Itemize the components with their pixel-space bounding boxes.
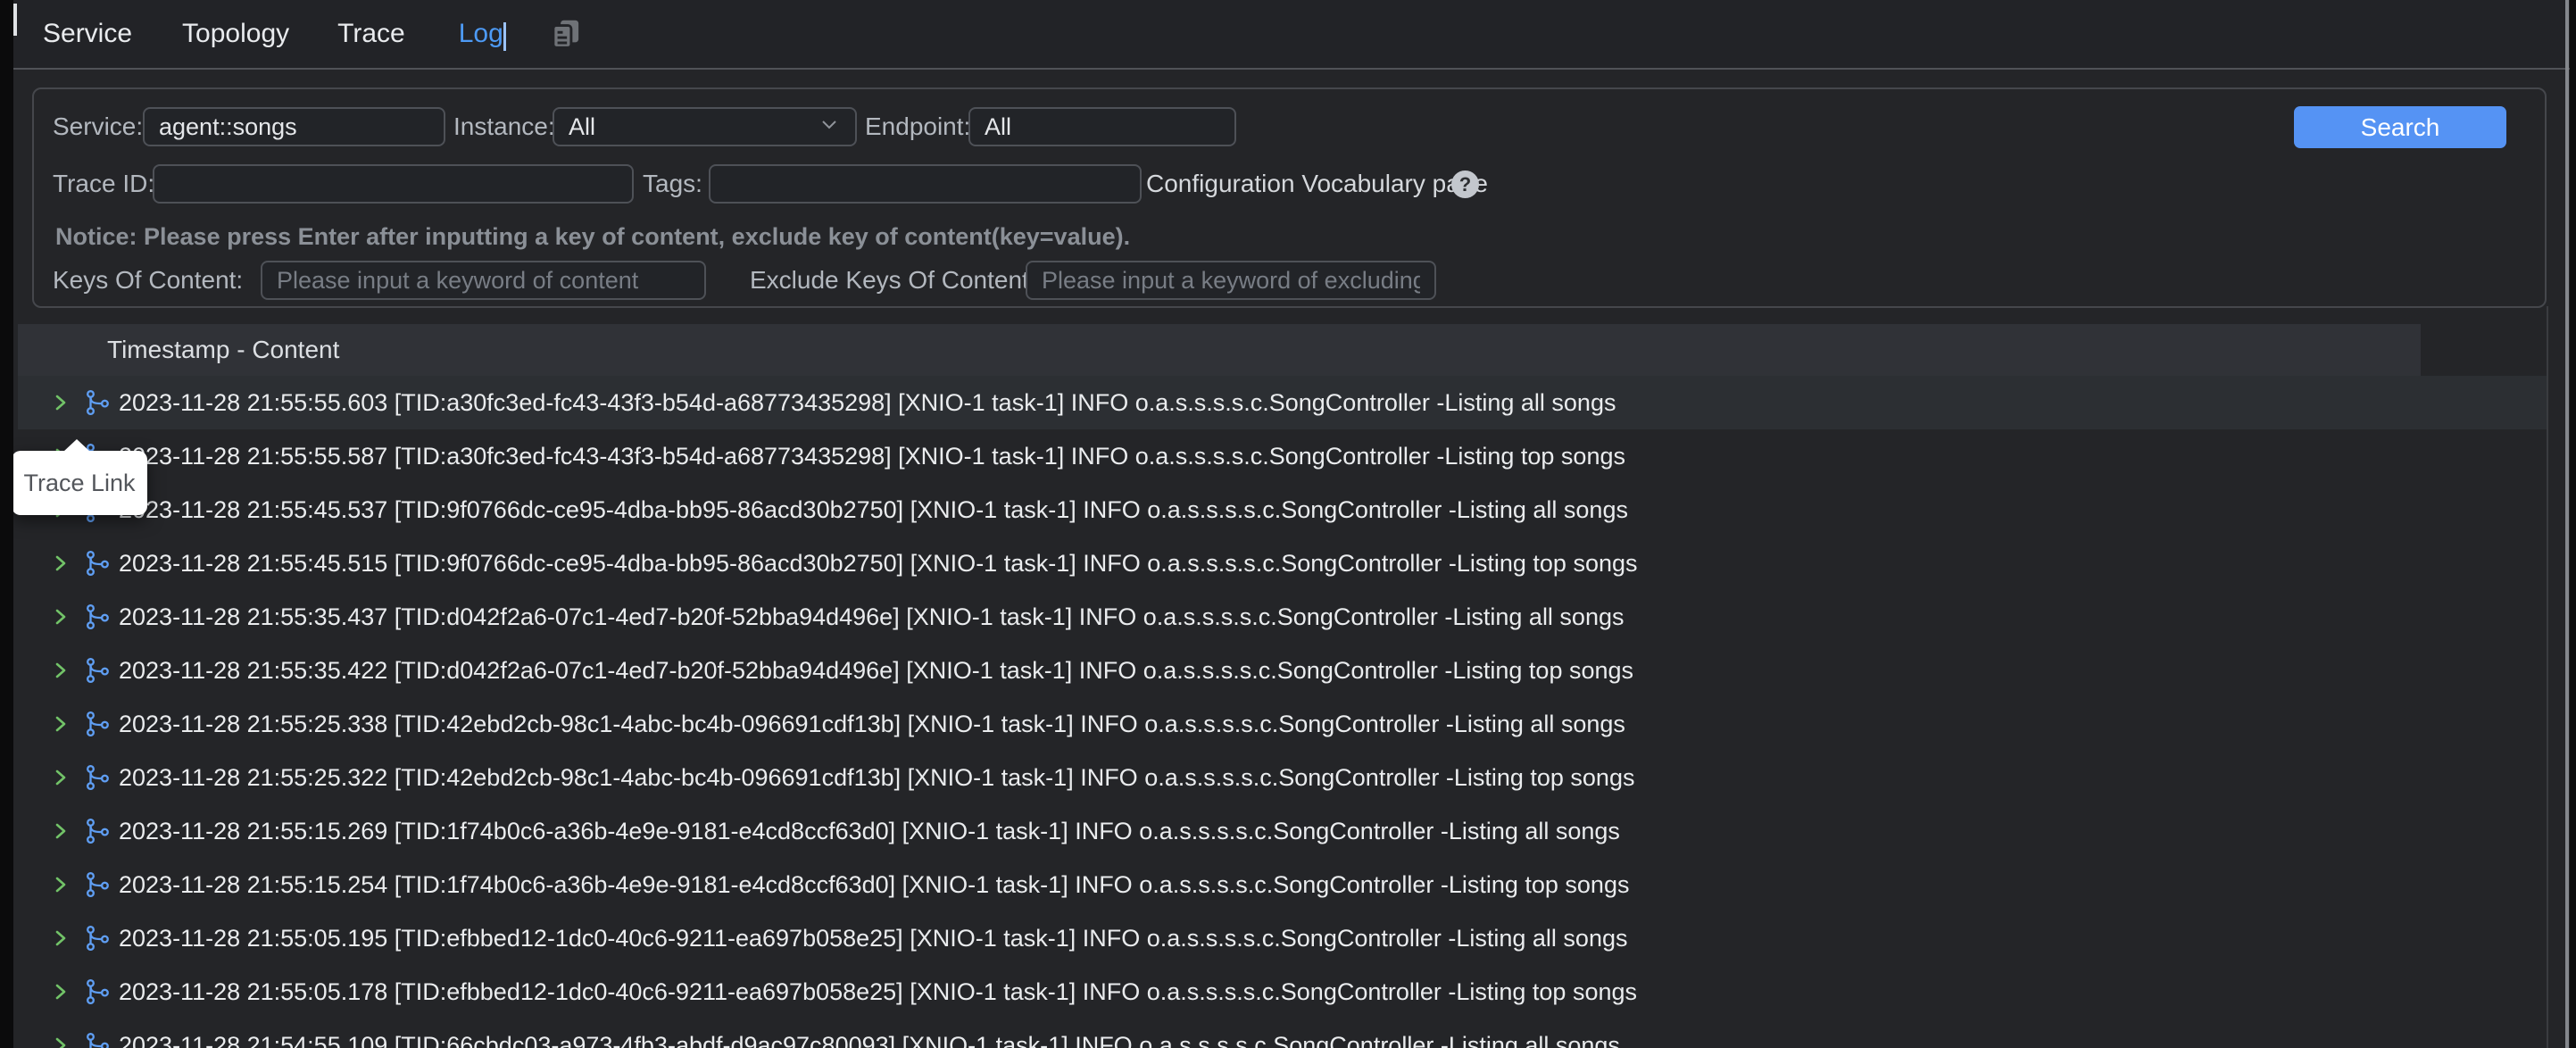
log-row-text: 2023-11-28 21:55:45.515 [TID:9f0766dc-ce… xyxy=(119,536,1638,590)
trace-link-icon[interactable] xyxy=(83,709,113,744)
nav-tab-topology[interactable]: Topology xyxy=(182,19,289,49)
trace-id-input[interactable] xyxy=(169,171,618,198)
endpoint-field-wrap xyxy=(968,107,1236,146)
expand-chevron-icon[interactable] xyxy=(49,927,72,954)
tags-label: Tags: xyxy=(643,164,702,204)
instance-select[interactable]: All xyxy=(553,107,857,146)
log-table-body: 2023-11-28 21:55:55.603 [TID:a30fc3ed-fc… xyxy=(18,376,2547,1048)
expand-chevron-icon[interactable] xyxy=(49,391,72,419)
log-row-text: 2023-11-28 21:55:25.322 [TID:42ebd2cb-98… xyxy=(119,751,1634,804)
log-row[interactable]: 2023-11-28 21:55:55.603 [TID:a30fc3ed-fc… xyxy=(18,376,2547,429)
expand-chevron-icon[interactable] xyxy=(49,819,72,847)
filter-row-primary: Service: agent::songs Instance: All Endp… xyxy=(34,107,2545,146)
nav-tab-log[interactable]: Log xyxy=(459,19,518,49)
nav-tab-log-label: Log xyxy=(459,19,503,48)
nav-tab-service[interactable]: Service xyxy=(43,19,132,49)
timestamp-content-header: Timestamp - Content xyxy=(107,336,339,364)
log-row-text: 2023-11-28 21:55:45.537 [TID:9f0766dc-ce… xyxy=(119,483,1628,536)
log-row[interactable]: 2023-11-28 21:55:45.537 [TID:9f0766dc-ce… xyxy=(18,483,2547,536)
search-button[interactable]: Search xyxy=(2294,106,2506,148)
trace-link-icon[interactable] xyxy=(83,655,113,690)
help-question-icon[interactable]: ? xyxy=(1451,171,1479,198)
log-row[interactable]: 2023-11-28 21:55:05.178 [TID:efbbed12-1d… xyxy=(18,965,2547,1019)
log-row[interactable]: 2023-11-28 21:55:45.515 [TID:9f0766dc-ce… xyxy=(18,536,2547,590)
expand-chevron-icon[interactable] xyxy=(49,712,72,740)
instance-select-value: All xyxy=(569,113,595,141)
expand-chevron-icon[interactable] xyxy=(49,873,72,901)
trace-link-icon[interactable] xyxy=(83,923,113,958)
trace-link-icon[interactable] xyxy=(83,762,113,797)
instance-label: Instance: xyxy=(453,107,555,146)
log-page: Service: agent::songs Instance: All Endp… xyxy=(13,70,2570,1048)
chevron-down-icon xyxy=(818,112,841,142)
expand-chevron-icon[interactable] xyxy=(49,980,72,1008)
service-select-value: agent::songs xyxy=(159,113,297,141)
trace-link-icon[interactable] xyxy=(83,869,113,904)
log-row[interactable]: 2023-11-28 21:55:15.254 [TID:1f74b0c6-a3… xyxy=(18,858,2547,911)
log-row-text: 2023-11-28 21:55:35.422 [TID:d042f2a6-07… xyxy=(119,644,1633,697)
log-row-text: 2023-11-28 21:55:15.254 [TID:1f74b0c6-a3… xyxy=(119,858,1629,911)
filter-panel: Service: agent::songs Instance: All Endp… xyxy=(32,87,2547,308)
expand-chevron-icon[interactable] xyxy=(49,1034,72,1048)
log-row-text: 2023-11-28 21:55:15.269 [TID:1f74b0c6-a3… xyxy=(119,804,1620,858)
service-select[interactable]: agent::songs xyxy=(143,107,445,146)
expand-chevron-icon[interactable] xyxy=(49,605,72,633)
log-row-text: 2023-11-28 21:55:55.587 [TID:a30fc3ed-fc… xyxy=(119,429,1625,483)
endpoint-label: Endpoint: xyxy=(865,107,970,146)
endpoint-input[interactable] xyxy=(985,113,1220,141)
keys-of-content-field-wrap xyxy=(261,261,706,300)
keys-of-content-label: Keys Of Content: xyxy=(53,261,243,300)
keys-of-content-input[interactable] xyxy=(277,267,690,295)
log-row[interactable]: 2023-11-28 21:55:25.322 [TID:42ebd2cb-98… xyxy=(18,751,2547,804)
configuration-vocabulary-link[interactable]: Configuration Vocabulary page xyxy=(1146,164,1488,204)
window-right-edge xyxy=(2570,0,2576,1048)
tooltip-text: Trace Link xyxy=(23,470,135,497)
trace-link-tooltip: Trace Link xyxy=(12,451,147,515)
log-row[interactable]: 2023-11-28 21:55:35.422 [TID:d042f2a6-07… xyxy=(18,644,2547,697)
top-navbar: Service Topology Trace Log xyxy=(13,0,2570,70)
tags-input[interactable] xyxy=(725,171,1126,198)
trace-link-icon[interactable] xyxy=(83,816,113,851)
nav-tab-trace[interactable]: Trace xyxy=(337,19,405,49)
log-row[interactable]: 2023-11-28 21:55:25.338 [TID:42ebd2cb-98… xyxy=(18,697,2547,751)
filter-row-trace: Trace ID: Tags: Configuration Vocabulary… xyxy=(34,164,2545,204)
left-scrollbar-fragment xyxy=(13,4,17,36)
log-row[interactable]: 2023-11-28 21:54:55.109 [TID:66cbdc03-a9… xyxy=(18,1019,2547,1048)
service-label: Service: xyxy=(53,107,143,146)
trace-link-icon[interactable] xyxy=(83,602,113,636)
log-row-text: 2023-11-28 21:55:35.437 [TID:d042f2a6-07… xyxy=(119,590,1625,644)
text-cursor-caret xyxy=(503,22,506,51)
log-row[interactable]: 2023-11-28 21:55:55.587 [TID:a30fc3ed-fc… xyxy=(18,429,2547,483)
log-row[interactable]: 2023-11-28 21:55:05.195 [TID:efbbed12-1d… xyxy=(18,911,2547,965)
trace-id-field-wrap xyxy=(153,164,634,204)
chevron-down-icon xyxy=(406,112,429,142)
exclude-keys-input[interactable] xyxy=(1042,267,1420,295)
trace-link-icon[interactable] xyxy=(83,1030,113,1048)
log-row-text: 2023-11-28 21:55:05.178 [TID:efbbed12-1d… xyxy=(119,965,1637,1019)
filter-row-keys: Keys Of Content: Exclude Keys Of Content… xyxy=(34,261,2545,300)
trace-link-icon[interactable] xyxy=(83,548,113,583)
log-row-text: 2023-11-28 21:55:25.338 [TID:42ebd2cb-98… xyxy=(119,697,1625,751)
notice-text: Notice: Please press Enter after inputti… xyxy=(55,223,1130,251)
trace-link-icon[interactable] xyxy=(83,387,113,422)
log-row[interactable]: 2023-11-28 21:55:35.437 [TID:d042f2a6-07… xyxy=(18,590,2547,644)
right-scrollbar[interactable] xyxy=(2565,0,2569,1048)
expand-chevron-icon[interactable] xyxy=(49,552,72,579)
log-row-text: 2023-11-28 21:54:55.109 [TID:66cbdc03-a9… xyxy=(119,1019,1620,1048)
copy-document-icon[interactable] xyxy=(548,16,584,52)
log-row[interactable]: 2023-11-28 21:55:15.269 [TID:1f74b0c6-a3… xyxy=(18,804,2547,858)
tags-field-wrap xyxy=(709,164,1142,204)
expand-chevron-icon[interactable] xyxy=(49,766,72,794)
table-right-border xyxy=(2547,306,2548,1048)
log-row-text: 2023-11-28 21:55:55.603 [TID:a30fc3ed-fc… xyxy=(119,376,1616,429)
window-left-edge xyxy=(0,0,13,1048)
trace-id-label: Trace ID: xyxy=(53,164,154,204)
log-table-header: Timestamp - Content xyxy=(18,324,2421,376)
expand-chevron-icon[interactable] xyxy=(49,659,72,686)
exclude-keys-label: Exclude Keys Of Content: xyxy=(750,261,1036,300)
log-row-text: 2023-11-28 21:55:05.195 [TID:efbbed12-1d… xyxy=(119,911,1627,965)
trace-link-icon[interactable] xyxy=(83,977,113,1011)
exclude-keys-field-wrap xyxy=(1026,261,1436,300)
